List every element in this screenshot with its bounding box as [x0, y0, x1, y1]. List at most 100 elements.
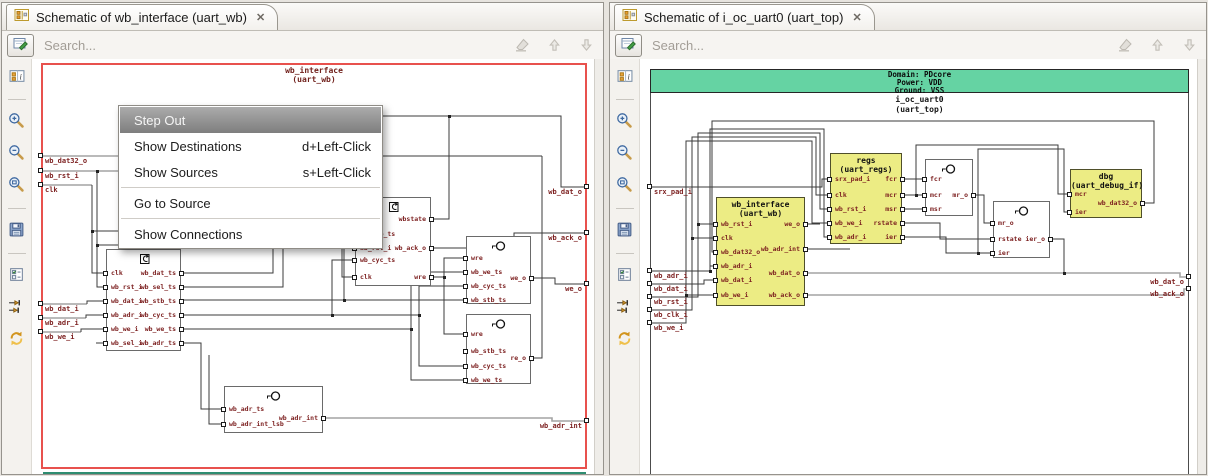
port-pin[interactable] — [647, 320, 652, 325]
block-pin[interactable] — [827, 221, 832, 226]
block-pin-label[interactable]: wb_dat_i — [111, 298, 142, 305]
block-pin-label[interactable]: wb_rst_i — [111, 284, 142, 291]
block-pin[interactable] — [179, 271, 184, 276]
port-pin[interactable] — [38, 182, 43, 187]
block-pin[interactable] — [1067, 192, 1072, 197]
block-pin[interactable] — [900, 235, 905, 240]
vertical-scrollbar[interactable] — [594, 59, 603, 474]
reload-icon-button[interactable] — [5, 328, 29, 352]
block-pin[interactable] — [463, 378, 468, 383]
find-previous-icon[interactable] — [545, 36, 563, 54]
block-pin-label[interactable]: mcr — [1075, 191, 1087, 198]
port-label[interactable]: srx_pad_i — [654, 189, 692, 196]
block-pin[interactable] — [713, 250, 718, 255]
tab-close-icon[interactable]: ✕ — [852, 11, 861, 24]
block-pin-label[interactable]: rstate — [998, 236, 1021, 243]
options-icon-button[interactable] — [5, 264, 29, 288]
block-pin-label[interactable]: re_o — [510, 355, 526, 362]
block-pin-label[interactable]: wre — [471, 255, 483, 262]
port-label[interactable]: we_o — [565, 286, 582, 293]
port-pin[interactable] — [647, 184, 652, 189]
port-pin[interactable] — [647, 294, 652, 299]
schematic-block-logic[interactable]: mr_o rstate ier ier_o — [990, 201, 1053, 258]
block-pin-label[interactable]: wb_adr_int_lsb — [229, 421, 284, 428]
block-pin[interactable] — [827, 193, 832, 198]
block-pin[interactable] — [103, 327, 108, 332]
block-pin[interactable] — [103, 271, 108, 276]
tab-schematic-wb-interface[interactable]: Schematic of wb_interface (uart_wb) ✕ — [6, 4, 279, 30]
block-pin-label[interactable]: fcr — [930, 176, 942, 183]
vertical-scrollbar[interactable] — [1197, 59, 1206, 474]
port-pin[interactable] — [584, 230, 589, 235]
zoom-fit-icon-button[interactable] — [613, 174, 637, 198]
port-pin[interactable] — [584, 184, 589, 189]
block-pin[interactable] — [463, 349, 468, 354]
block-pin[interactable] — [103, 299, 108, 304]
schematic-block-logic[interactable]: clk wb_rst_i wb_dat_i wb_adr_i wb_we_i wb_sel… — [103, 249, 184, 351]
find-next-icon[interactable] — [577, 36, 595, 54]
block-pin-label[interactable]: wb_rst_i — [721, 221, 752, 228]
port-pin[interactable] — [584, 418, 589, 423]
block-pin[interactable] — [713, 236, 718, 241]
menu-item-show-destinations[interactable]: Show Destinations d+Left-Click — [120, 133, 381, 159]
tab-schematic-i-oc-uart0[interactable]: Schematic of i_oc_uart0 (uart_top) ✕ — [614, 4, 875, 30]
options-icon-button[interactable] — [613, 264, 637, 288]
block-pin-label[interactable]: wb_adr_ts — [141, 340, 176, 347]
block-pin[interactable] — [179, 327, 184, 332]
block-pin[interactable] — [221, 422, 226, 427]
schematic-block-logic[interactable]: wre wb_we_ts wb_cyc_ts wb_stb_ts we_o — [463, 236, 534, 304]
block-pin[interactable] — [1140, 201, 1145, 206]
block-pin[interactable] — [990, 221, 995, 226]
block-pin-label[interactable]: wb_we_ts — [471, 377, 502, 384]
block-pin-label[interactable]: ier — [1075, 209, 1087, 216]
port-label[interactable]: wb_ack_o — [1150, 291, 1184, 298]
block-pin[interactable] — [179, 341, 184, 346]
block-pin-label[interactable]: wb_stb_ts — [471, 348, 506, 355]
block-pin[interactable] — [900, 207, 905, 212]
block-pin-label[interactable]: wb_dat32_o — [1098, 200, 1137, 207]
block-pin-label[interactable]: rstate — [874, 220, 897, 227]
zoom-in-icon-button[interactable] — [613, 110, 637, 134]
port-label[interactable]: wb_dat_i — [654, 286, 688, 293]
block-pin-label[interactable]: wb_adr_i — [111, 312, 142, 319]
zoom-out-icon-button[interactable] — [613, 142, 637, 166]
block-pin[interactable] — [713, 222, 718, 227]
zoom-in-icon-button[interactable] — [5, 110, 29, 134]
port-label[interactable]: wb_ack_o — [548, 235, 582, 242]
block-pin[interactable] — [922, 177, 927, 182]
block-pin[interactable] — [352, 275, 357, 280]
block-pin[interactable] — [463, 256, 468, 261]
block-pin[interactable] — [900, 221, 905, 226]
block-pin-label[interactable]: wb_cyc_ts — [471, 283, 506, 290]
port-pin[interactable] — [1186, 286, 1191, 291]
block-pin-label[interactable]: ier_o — [1025, 236, 1045, 243]
port-pin[interactable] — [647, 281, 652, 286]
block-pin[interactable] — [179, 313, 184, 318]
port-pin[interactable] — [584, 281, 589, 286]
menu-item-step-out[interactable]: Step Out — [120, 107, 381, 133]
block-pin-label[interactable]: wb_adr_i — [721, 263, 752, 270]
schematic-block-wb_interface[interactable]: wb_interface (uart_wb) wb_rst_i clk wb_dat32… — [713, 197, 808, 306]
block-pin[interactable] — [321, 416, 326, 421]
block-pin[interactable] — [1048, 237, 1053, 242]
block-pin[interactable] — [803, 247, 808, 252]
port-pin[interactable] — [38, 168, 43, 173]
port-pin[interactable] — [1186, 274, 1191, 279]
schematic-block-regs[interactable]: regs (uart_regs) srx_pad_i clk wb_rst_i wb_we… — [827, 153, 905, 244]
find-next-icon[interactable] — [1180, 36, 1198, 54]
schematic-block-logic[interactable]: fcr mcr msr mr_o — [922, 159, 976, 216]
block-pin[interactable] — [463, 284, 468, 289]
block-pin[interactable] — [803, 293, 808, 298]
trace-signal-icon-button[interactable] — [5, 296, 29, 320]
port-label[interactable]: wb_adr_int — [540, 423, 582, 430]
block-pin[interactable] — [713, 278, 718, 283]
block-pin[interactable] — [971, 193, 976, 198]
block-pin[interactable] — [803, 271, 808, 276]
block-pin[interactable] — [529, 276, 534, 281]
port-label[interactable]: wb_dat_o — [548, 189, 582, 196]
port-pin[interactable] — [38, 329, 43, 334]
block-pin-label[interactable]: wb_we_i — [721, 292, 748, 299]
block-pin-label[interactable]: mcr — [930, 192, 942, 199]
port-label[interactable]: wb_adr_i — [654, 273, 688, 280]
block-pin-label[interactable]: wb_we_ts — [471, 269, 502, 276]
